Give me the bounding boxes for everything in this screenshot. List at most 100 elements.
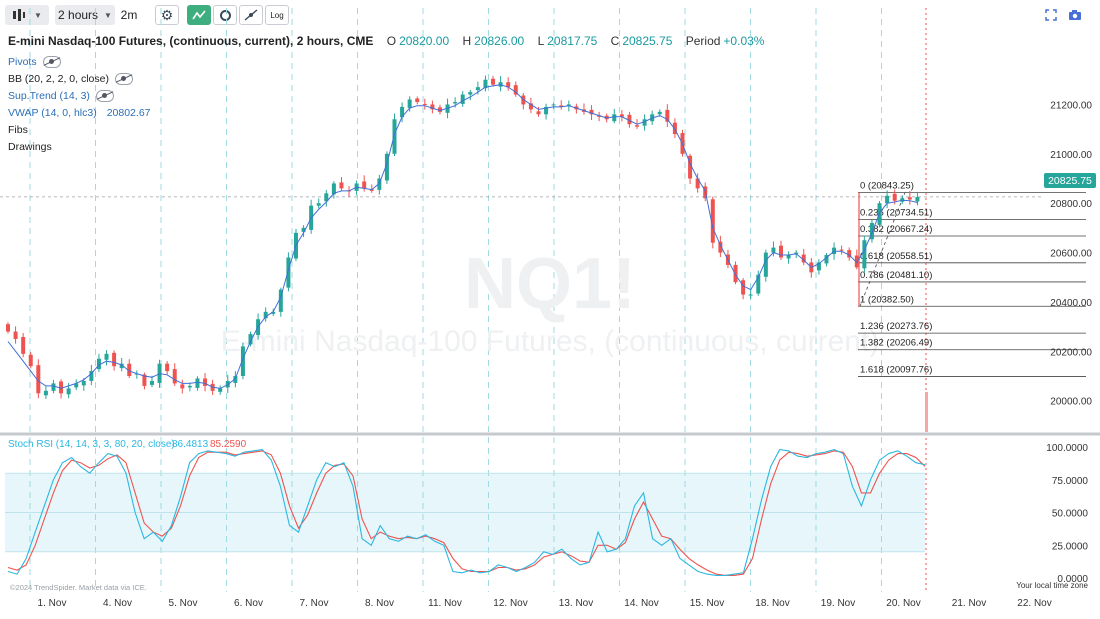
last-price-value: 20825.75: [1048, 175, 1092, 187]
candle: [612, 108, 617, 124]
candle-body: [907, 197, 912, 200]
candle: [43, 386, 48, 399]
candle-body: [657, 111, 662, 115]
candle-body: [460, 94, 465, 104]
candle-body: [733, 264, 738, 283]
candle-body: [81, 380, 86, 386]
candle: [748, 289, 753, 299]
indicator-fibs[interactable]: Fibs: [8, 124, 28, 136]
candle-body: [612, 114, 617, 122]
candle-body: [748, 294, 753, 296]
price-tick-label: 20400.00: [1050, 298, 1092, 309]
candle-body: [771, 247, 776, 253]
candle-body: [885, 195, 890, 204]
candle-body: [862, 240, 867, 269]
candle-body: [422, 103, 427, 105]
candle-body: [21, 337, 26, 354]
x-tick-label: 14. Nov: [624, 598, 658, 609]
candle-body: [316, 203, 321, 206]
price-chart[interactable]: NQ1! E-mini Nasdaq-100 Futures, (continu…: [0, 0, 1100, 619]
indicator-bb[interactable]: BB (20, 2, 2, 0, close): [8, 73, 133, 85]
candle: [339, 177, 344, 192]
price-tick-label: 21200.00: [1050, 100, 1092, 111]
candle: [513, 81, 518, 97]
x-tick-label: 15. Nov: [690, 598, 724, 609]
candle: [688, 153, 693, 184]
candle: [619, 110, 624, 122]
candle: [672, 118, 677, 139]
indicator-supertrend[interactable]: Sup.Trend (14, 3): [8, 90, 114, 102]
low-value: 20817.75: [547, 34, 598, 48]
open-value: 20820.00: [399, 34, 450, 48]
candle: [165, 360, 170, 375]
candle-body: [763, 252, 768, 277]
close-label: C: [610, 34, 620, 48]
candle: [104, 350, 109, 366]
candle: [415, 96, 420, 105]
fib-level-label: 1 (20382.50): [860, 294, 914, 305]
candle: [127, 359, 132, 379]
candle-body: [187, 385, 192, 388]
x-tick-label: 1. Nov: [38, 598, 67, 609]
indicator-pivots[interactable]: Pivots: [8, 56, 61, 68]
candle-body: [392, 119, 397, 154]
price-tick-label: 20200.00: [1050, 347, 1092, 358]
candle: [551, 102, 556, 109]
x-tick-label: 13. Nov: [559, 598, 593, 609]
fib-level-label: 1.236 (20273.76): [860, 321, 932, 332]
candle: [491, 75, 496, 87]
price-tick-label: 20000.00: [1050, 397, 1092, 408]
candle-body: [172, 369, 177, 384]
candle-body: [741, 280, 746, 295]
candle-body: [536, 111, 541, 115]
candle-body: [43, 390, 48, 396]
candle: [498, 76, 503, 92]
candle-body: [786, 255, 791, 259]
candle: [331, 181, 336, 199]
candle: [6, 322, 10, 334]
candle-body: [468, 92, 473, 95]
stoch-d-value: 85.2590: [210, 439, 247, 450]
candle-body: [59, 381, 64, 394]
eye-off-icon[interactable]: [114, 73, 133, 85]
stoch-tick-label: 25.0000: [1052, 541, 1089, 552]
candle: [786, 251, 791, 264]
candle-body: [635, 125, 640, 127]
x-tick-label: 20. Nov: [886, 598, 920, 609]
low-label: L: [537, 34, 545, 48]
stoch-legend-text: Stoch RSI (14, 14, 3, 3, 80, 20, close): [8, 439, 175, 450]
last-price-label: 20825.75: [1044, 173, 1096, 188]
candle-body: [203, 378, 208, 386]
candle-body: [491, 78, 496, 85]
candle-body: [112, 352, 117, 367]
period-label: Period: [685, 34, 721, 48]
volume-marker: [925, 392, 928, 432]
fib-level-label: 0.618 (20558.51): [860, 251, 932, 262]
candle-body: [28, 354, 33, 367]
x-tick-label: 12. Nov: [493, 598, 527, 609]
candle: [74, 379, 79, 391]
candle: [28, 352, 33, 369]
eye-off-icon[interactable]: [95, 90, 114, 102]
candle: [263, 307, 268, 322]
x-tick-label: 19. Nov: [821, 598, 855, 609]
candle: [779, 240, 784, 260]
x-tick-label: 7. Nov: [300, 598, 329, 609]
candle-body: [407, 99, 412, 108]
watermark-name: E-mini Nasdaq-100 Futures, (continuous, …: [221, 325, 880, 358]
x-tick-label: 21. Nov: [952, 598, 986, 609]
candle: [869, 219, 874, 243]
candle-body: [66, 388, 71, 395]
candle-body: [51, 383, 56, 391]
candle: [324, 189, 329, 207]
candle-body: [104, 353, 109, 360]
indicator-drawings[interactable]: Drawings: [8, 141, 52, 153]
x-tick-label: 18. Nov: [755, 598, 789, 609]
candle: [21, 333, 26, 358]
fib-level-label: 0.236 (20734.51): [860, 207, 932, 218]
fib-level-label: 1.618 (20097.76): [860, 365, 932, 376]
indicator-vwap[interactable]: VWAP (14, 0, hlc3) 20802.67: [8, 107, 151, 119]
eye-off-icon[interactable]: [42, 56, 61, 68]
candle: [430, 100, 435, 114]
candle-body: [453, 101, 458, 104]
